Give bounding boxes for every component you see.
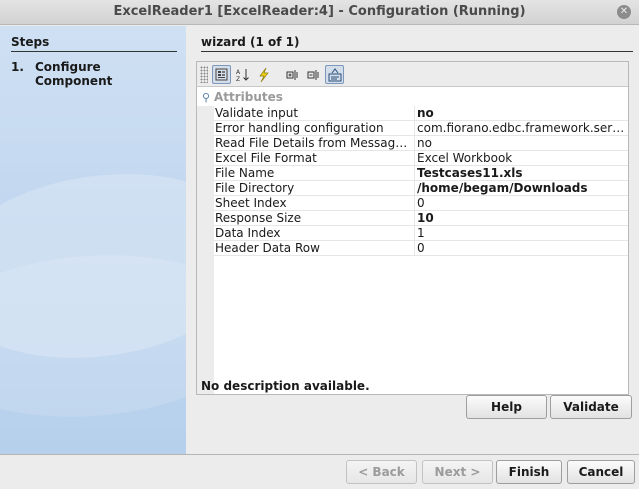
toolbar-grip[interactable] <box>200 66 208 83</box>
property-row[interactable]: Excel File Format Excel Workbook <box>214 151 628 166</box>
property-table: Validate input no Error handling configura… <box>214 106 628 256</box>
property-value[interactable]: 10 <box>417 211 628 226</box>
property-row[interactable]: Error handling configuration com.fiorano.… <box>214 121 628 136</box>
property-row[interactable]: Response Size 10 <box>214 211 628 226</box>
title-bar: ExcelReader1 [ExcelReader:4] - Configura… <box>0 0 639 25</box>
property-row[interactable]: File Name Testcases11.xls <box>214 166 628 181</box>
row-gutter <box>197 106 214 394</box>
svg-text:Z: Z <box>236 76 240 82</box>
help-button[interactable]: Help <box>466 395 547 419</box>
property-row[interactable]: Header Data Row 0 <box>214 241 628 256</box>
property-value[interactable]: Excel Workbook <box>417 151 628 166</box>
property-name: Response Size <box>214 211 415 226</box>
property-name: File Name <box>214 166 415 181</box>
steps-heading: Steps <box>11 35 177 52</box>
property-row[interactable]: Data Index 1 <box>214 226 628 241</box>
toggle-description-icon[interactable] <box>325 65 344 84</box>
property-row[interactable]: Read File Details from Message... no <box>214 136 628 151</box>
property-name: Validate input <box>214 106 415 121</box>
property-toolbar: AZ <box>197 62 628 87</box>
decorative-wave <box>0 244 186 428</box>
property-value[interactable]: com.fiorano.edbc.framework.servi... <box>417 121 628 136</box>
property-name: Data Index <box>214 226 415 241</box>
property-row[interactable]: Sheet Index 0 <box>214 196 628 211</box>
svg-text:A: A <box>236 69 241 76</box>
property-name: Sheet Index <box>214 196 415 211</box>
steps-panel: Steps 1. Configure Component <box>0 26 186 454</box>
description-text: No description available. <box>201 379 370 393</box>
step-item-configure: 1. Configure Component <box>11 60 145 88</box>
property-row[interactable]: File Directory/home/begam/Downloads <box>214 181 628 196</box>
close-icon[interactable]: ✕ <box>617 5 631 19</box>
pin-icon: ⚲ <box>202 91 211 104</box>
wizard-title: wizard (1 of 1) <box>201 35 633 52</box>
property-name: Excel File Format <box>214 151 415 166</box>
finish-button[interactable]: Finish <box>496 460 562 484</box>
property-value[interactable]: no <box>417 106 628 121</box>
property-value[interactable]: Testcases11.xls <box>417 166 628 181</box>
step-number: 1. <box>11 60 24 74</box>
wizard-footer: < Back Next > Finish Cancel <box>0 455 639 489</box>
property-value[interactable]: no <box>417 136 628 151</box>
cancel-button[interactable]: Cancel <box>567 460 635 484</box>
property-name: Error handling configuration <box>214 121 415 136</box>
lightning-icon[interactable] <box>254 65 273 84</box>
section-label: Attributes <box>214 90 283 104</box>
expand-all-icon[interactable] <box>283 65 302 84</box>
property-name: Header Data Row <box>214 241 415 256</box>
property-name: Read File Details from Message... <box>215 136 415 151</box>
attributes-section-header[interactable]: ⚲ Attributes <box>202 90 283 104</box>
property-value[interactable]: /home/begam/Downloads <box>417 181 628 196</box>
wizard-content: wizard (1 of 1) AZ ⚲ Attributes Validate… <box>186 26 639 454</box>
back-button[interactable]: < Back <box>346 460 417 484</box>
categorized-view-icon[interactable] <box>212 65 231 84</box>
property-value[interactable]: 1 <box>417 226 628 241</box>
step-label: Configure Component <box>35 60 113 88</box>
sort-alphabetical-icon[interactable]: AZ <box>233 65 252 84</box>
window-title: ExcelReader1 [ExcelReader:4] - Configura… <box>113 4 526 19</box>
next-button[interactable]: Next > <box>422 460 493 484</box>
property-row[interactable]: Validate input no <box>214 106 628 121</box>
property-value[interactable]: 0 <box>417 196 628 211</box>
validate-button[interactable]: Validate <box>550 395 632 419</box>
property-sheet: AZ ⚲ Attributes Validate input no Error han… <box>196 61 629 395</box>
collapse-all-icon[interactable] <box>304 65 323 84</box>
property-name: File Directory <box>214 181 415 196</box>
property-value[interactable]: 0 <box>417 241 628 256</box>
